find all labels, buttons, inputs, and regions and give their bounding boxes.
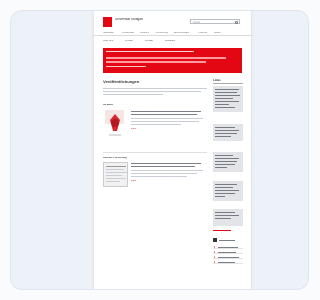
sidebar-teaser[interactable]: [213, 152, 243, 172]
sub-nav-item[interactable]: Aktuelles: [165, 40, 175, 43]
list-item[interactable]: [213, 260, 243, 264]
search-input[interactable]: Suche: [190, 19, 240, 24]
teaser-headline[interactable]: [131, 163, 201, 164]
search-icon[interactable]: [235, 20, 238, 24]
university-logo-icon[interactable]: [103, 17, 112, 27]
hero-caption: [106, 66, 146, 67]
intro-text: [103, 94, 163, 95]
search-placeholder: Suche: [193, 21, 201, 24]
main-nav-item[interactable]: Universität: [122, 32, 134, 35]
sub-nav-item[interactable]: Presse: [125, 40, 133, 43]
main-nav-item[interactable]: Einrichtungen: [174, 32, 189, 35]
logo-text[interactable]: Universität Stuttgart: [115, 18, 143, 21]
divider: [103, 152, 207, 153]
webpage: Universität Stuttgart Suche Startseite U…: [94, 11, 251, 289]
sidebar-teaser[interactable]: [213, 86, 243, 112]
main-nav-item[interactable]: Leben: [214, 32, 221, 35]
teaser-text: [131, 121, 199, 122]
teaser-text: [131, 176, 187, 177]
more-link[interactable]: mehr: [131, 128, 136, 130]
screenshot-frame: Universität Stuttgart Suche Startseite U…: [10, 10, 309, 290]
section-heading: Im Blick: [103, 104, 113, 106]
main-nav-item[interactable]: Transfer: [198, 32, 207, 35]
publication-thumbnail[interactable]: [103, 162, 128, 187]
list-icon: [213, 238, 217, 242]
hero-banner[interactable]: [103, 48, 242, 73]
link-list: [213, 245, 243, 285]
teaser-text: [131, 170, 203, 171]
sidebar-teaser[interactable]: [213, 124, 243, 141]
list-item[interactable]: [213, 255, 243, 259]
main-nav-item[interactable]: Forschung: [156, 32, 168, 35]
teaser-headline[interactable]: [131, 114, 197, 115]
sub-nav-item[interactable]: Kontakt: [145, 40, 153, 43]
main-nav-item[interactable]: Startseite: [103, 32, 114, 35]
sidebar-link[interactable]: [213, 230, 231, 231]
teaser-text: [131, 173, 197, 174]
teaser-headline[interactable]: [131, 111, 201, 112]
sidebar-heading: Links: [213, 79, 221, 82]
main-nav-item[interactable]: Studium: [140, 32, 149, 35]
publication-cover[interactable]: [103, 109, 128, 139]
list-heading: [219, 240, 235, 241]
sidebar: Links: [213, 73, 243, 264]
teaser-text: [131, 118, 203, 119]
sidebar-teaser[interactable]: [213, 209, 243, 226]
sub-navigation: Über uns Presse Kontakt Aktuelles: [103, 39, 243, 44]
intro-text: [103, 88, 207, 89]
more-link[interactable]: mehr: [131, 180, 136, 182]
main-navigation: Startseite Universität Studium Forschung…: [94, 30, 251, 36]
hero-headline-line2: [106, 61, 206, 63]
sidebar-teaser[interactable]: [213, 181, 243, 201]
teaser-headline[interactable]: [131, 166, 195, 167]
list-item[interactable]: [213, 245, 243, 249]
hero-headline: [106, 57, 226, 59]
sub-nav-item[interactable]: Über uns: [103, 40, 113, 43]
sidebar-divider: [213, 83, 243, 84]
list-item[interactable]: [213, 250, 243, 254]
teaser-text: [131, 124, 181, 125]
section-heading: Aus der Forschung: [103, 157, 127, 159]
page-title: Veröffentlichungen: [103, 80, 140, 84]
hero-kicker: [106, 51, 194, 52]
intro-text: [103, 91, 201, 92]
